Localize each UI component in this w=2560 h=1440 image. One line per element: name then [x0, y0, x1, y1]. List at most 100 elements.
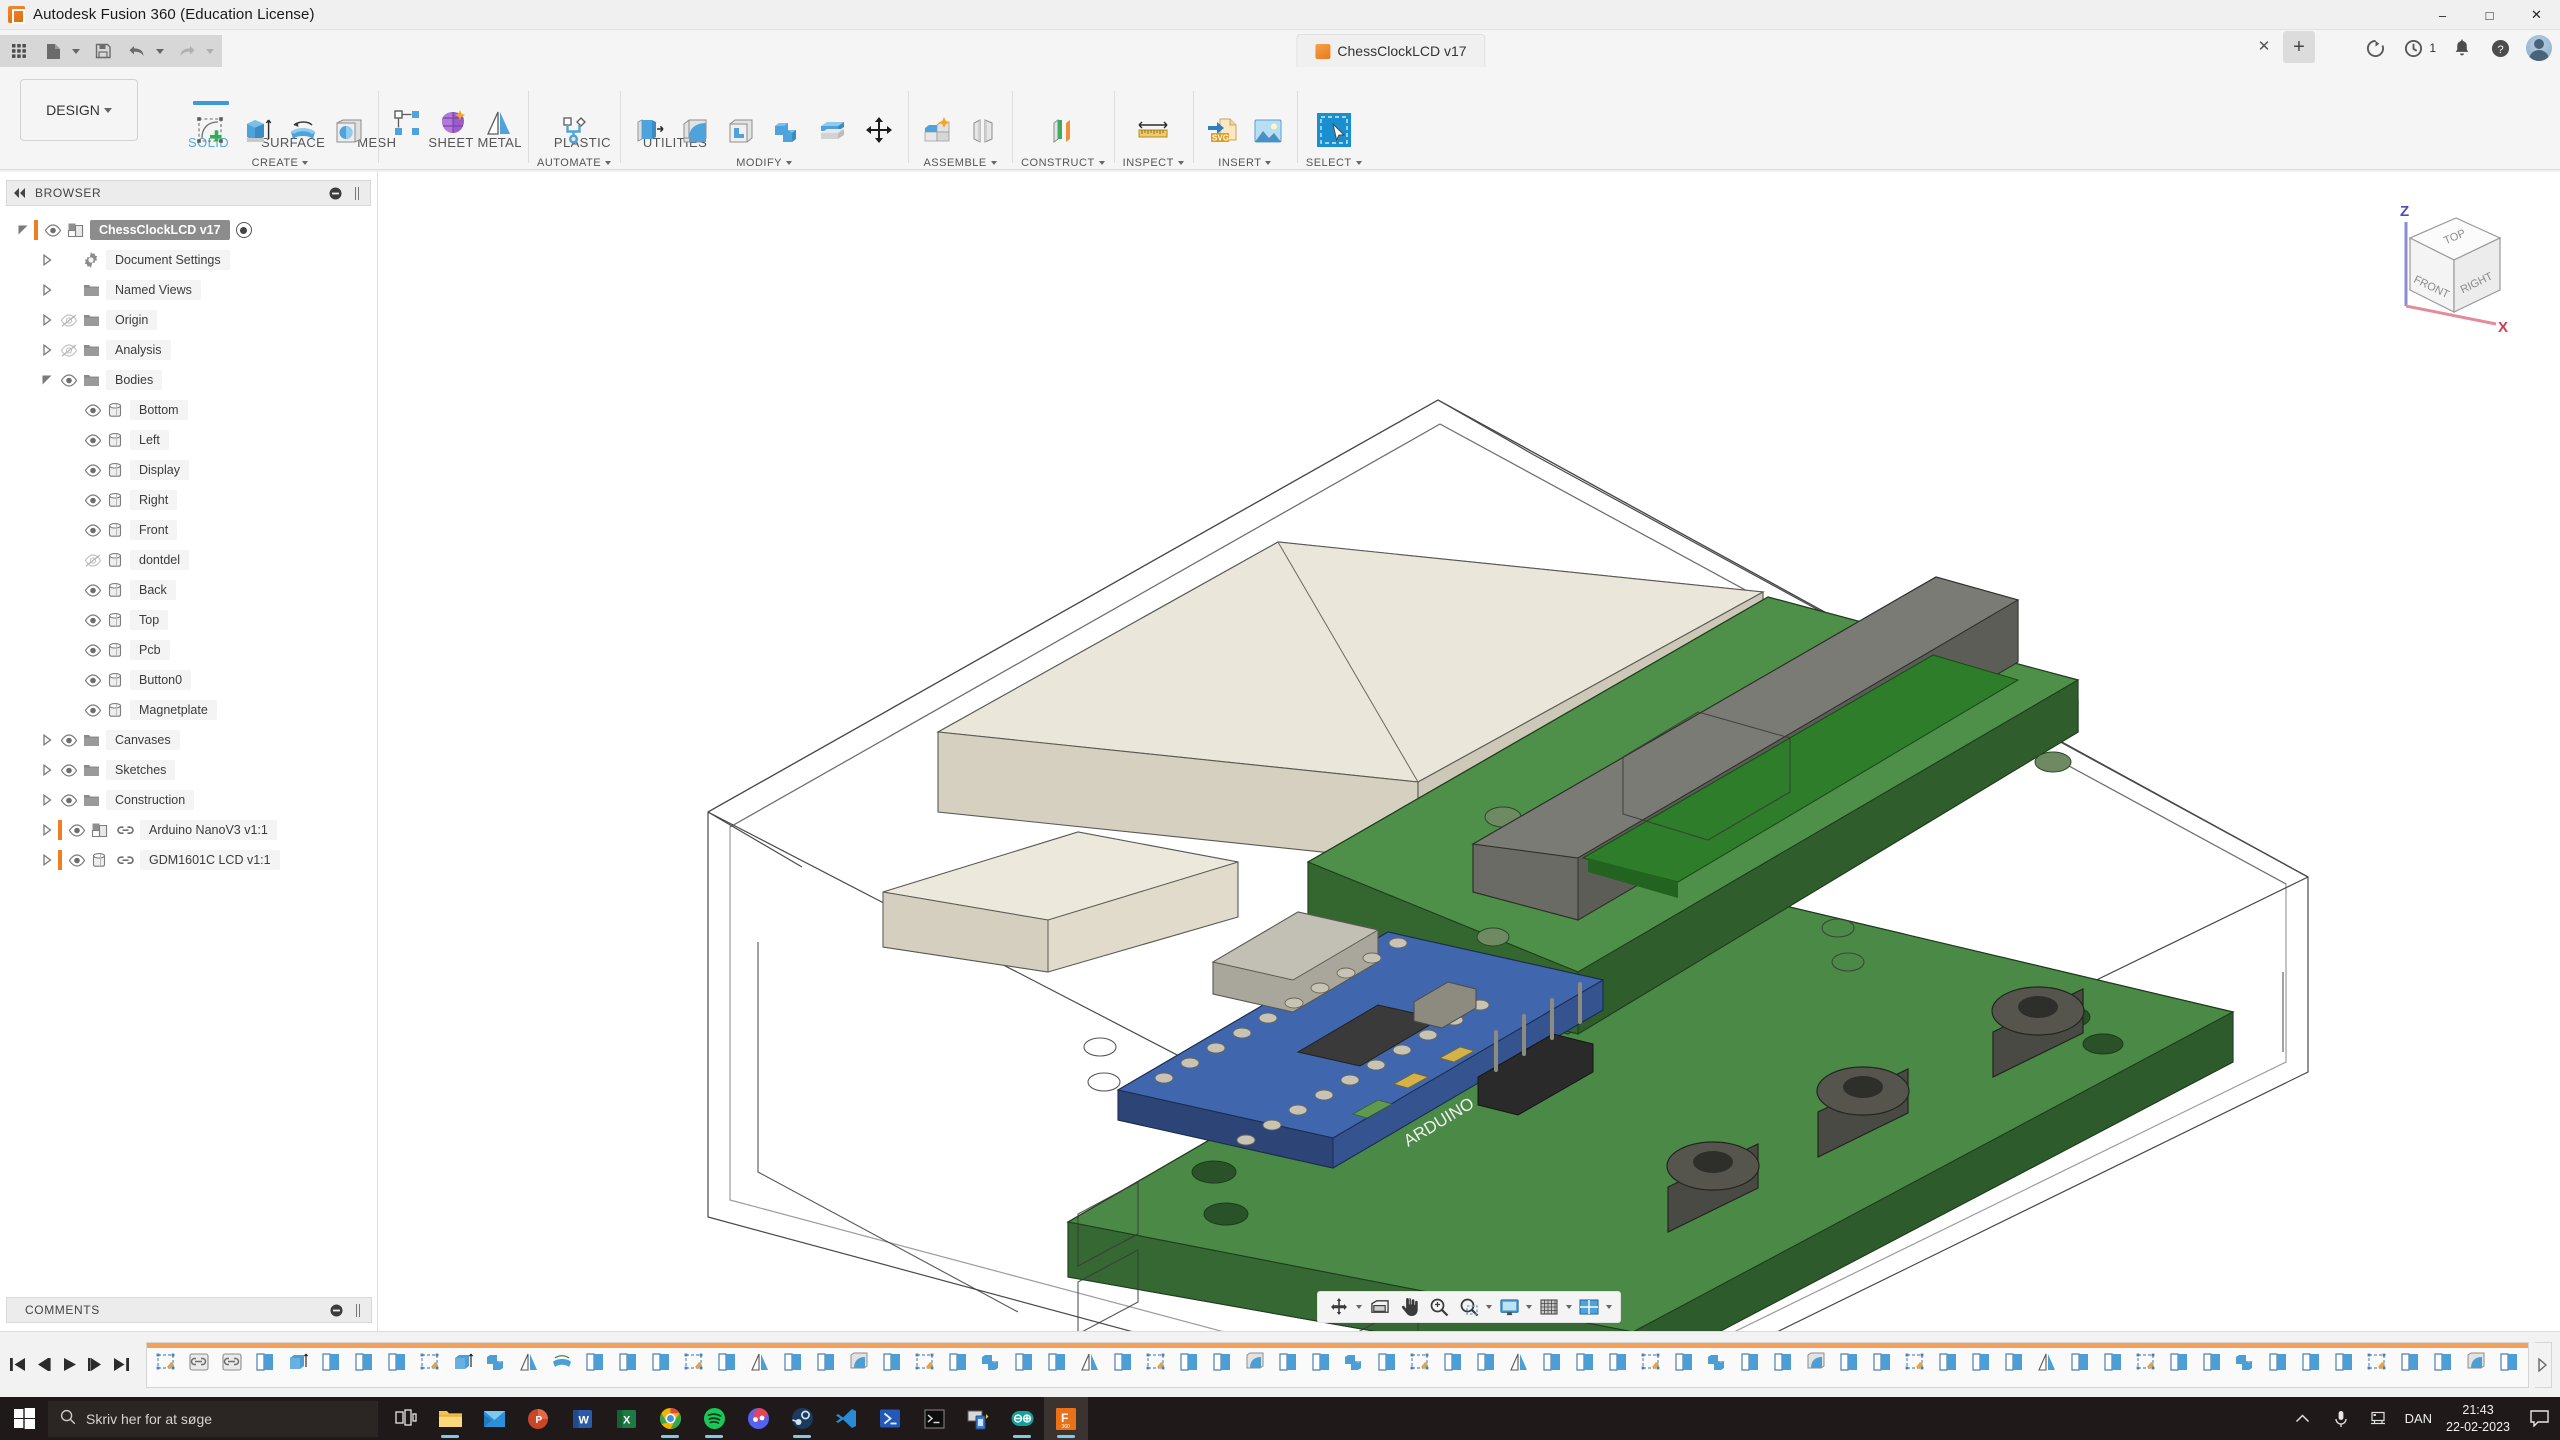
browser-tree-item-gdm1601c-lcd-v1-1[interactable]: GDM1601C LCD v1:1 — [0, 845, 377, 875]
taskbar-spotify-icon[interactable] — [692, 1397, 736, 1440]
taskbar-arduino-icon[interactable] — [1000, 1397, 1044, 1440]
timeline-feature-sketch-8[interactable] — [415, 1347, 445, 1377]
visibility-eye-icon[interactable] — [82, 699, 104, 721]
emboss-icon[interactable] — [433, 103, 473, 143]
timeline-feature-sketch-60[interactable] — [2131, 1347, 2161, 1377]
timeline-feature-revolve-12[interactable] — [547, 1347, 577, 1377]
timeline-feature-extrude-56[interactable] — [1999, 1347, 2029, 1377]
insert-canvas-icon[interactable] — [1248, 111, 1288, 151]
collapse-left-icon[interactable] — [13, 186, 27, 200]
ribbon-group-label-modify[interactable]: MODIFY — [736, 157, 792, 169]
expand-arrow-closed-icon[interactable] — [36, 254, 58, 266]
visibility-eye-icon[interactable] — [82, 579, 104, 601]
timeline-feature-extrude-59[interactable] — [2098, 1347, 2128, 1377]
expand-arrow-closed-icon[interactable] — [36, 764, 58, 776]
timeline-feature-extrude-14[interactable] — [613, 1347, 643, 1377]
browser-tree-item-named-views[interactable]: Named Views — [0, 275, 377, 305]
visibility-eye-icon[interactable] — [58, 729, 80, 751]
timeline-track[interactable] — [145, 1341, 2529, 1388]
taskbar-clock[interactable]: 21:43 22-02-2023 — [2446, 1402, 2510, 1436]
timeline-feature-extrude-27[interactable] — [1042, 1347, 1072, 1377]
visibility-eye-icon[interactable] — [82, 489, 104, 511]
browser-tree-item-top[interactable]: Top — [0, 605, 377, 635]
timeline-feature-extrude-thin-9[interactable] — [448, 1347, 478, 1377]
viewports-icon[interactable] — [1576, 1294, 1602, 1320]
visibility-eye-icon[interactable] — [82, 429, 104, 451]
ribbon-group-label-create[interactable]: CREATE — [252, 157, 309, 169]
browser-tree-item-dontdel[interactable]: dontdel — [0, 545, 377, 575]
timeline-feature-joint-2[interactable] — [217, 1347, 247, 1377]
browser-tree-item-pcb[interactable]: Pcb — [0, 635, 377, 665]
timeline-feature-extrude-44[interactable] — [1603, 1347, 1633, 1377]
timeline-feature-extrude-68[interactable] — [2395, 1347, 2425, 1377]
timeline-feature-extrude-35[interactable] — [1306, 1347, 1336, 1377]
visibility-eye-icon[interactable] — [66, 819, 88, 841]
3d-model-chess-clock-assembly[interactable]: ARDUINO — [378, 172, 2560, 1331]
press-pull-icon[interactable] — [629, 111, 669, 151]
extrude-icon[interactable] — [237, 111, 277, 151]
visibility-eye-hidden-icon[interactable] — [82, 549, 104, 571]
taskbar-fusion360-icon[interactable]: F 360 — [1044, 1397, 1088, 1440]
taskbar-vscode-icon[interactable] — [824, 1397, 868, 1440]
measure-icon[interactable] — [1133, 111, 1173, 151]
refresh-icon[interactable] — [2363, 36, 2387, 60]
taskbar-powerpoint-icon[interactable]: P — [516, 1397, 560, 1440]
grid-icon[interactable] — [8, 40, 30, 62]
timeline-feature-combine-10[interactable] — [481, 1347, 511, 1377]
timeline-feature-extrude-19[interactable] — [778, 1347, 808, 1377]
timeline-feature-sketch-45[interactable] — [1636, 1347, 1666, 1377]
revolve-icon[interactable] — [283, 111, 323, 151]
timeline-feature-mirror-41[interactable] — [1504, 1347, 1534, 1377]
minimize-button[interactable]: – — [2419, 0, 2466, 30]
grid-snaps-icon[interactable] — [1536, 1294, 1562, 1320]
timeline-feature-sketch-16[interactable] — [679, 1347, 709, 1377]
activate-component-radio[interactable] — [235, 222, 252, 238]
timeline-feature-extrude-20[interactable] — [811, 1347, 841, 1377]
visibility-eye-hidden-icon[interactable] — [58, 309, 80, 331]
pan-icon[interactable] — [1396, 1294, 1422, 1320]
visibility-eye-icon[interactable] — [66, 849, 88, 871]
browser-tree-item-front[interactable]: Front — [0, 515, 377, 545]
viewports-caret[interactable] — [1606, 1305, 1612, 1309]
visibility-eye-icon[interactable] — [82, 399, 104, 421]
help-icon[interactable]: ? — [2488, 36, 2512, 60]
view-cube[interactable]: Z X TOP FRONT RIGHT — [2378, 194, 2518, 336]
panel-settings-icon[interactable] — [329, 1303, 343, 1317]
display-settings-icon[interactable] — [1496, 1294, 1522, 1320]
redo-caret[interactable] — [206, 48, 214, 54]
browser-tree-item-document-settings[interactable]: Document Settings — [0, 245, 377, 275]
visibility-eye-icon[interactable] — [58, 759, 80, 781]
automate-icon[interactable] — [554, 111, 594, 151]
avatar[interactable] — [2526, 35, 2552, 61]
browser-tree-item-display[interactable]: Display — [0, 455, 377, 485]
sphere-icon[interactable] — [329, 111, 369, 151]
move-copy-icon[interactable] — [859, 111, 899, 151]
browser-tree-item-chessclocklcd-v17[interactable]: ChessClockLCD v17 — [0, 215, 377, 245]
visibility-eye-icon[interactable] — [58, 789, 80, 811]
timeline-feature-sketch-0[interactable] — [151, 1347, 181, 1377]
timeline-feature-extrude-55[interactable] — [1966, 1347, 1996, 1377]
visibility-eye-icon[interactable] — [58, 369, 80, 391]
timeline-feature-extrude-39[interactable] — [1438, 1347, 1468, 1377]
timeline-feature-extrude-49[interactable] — [1768, 1347, 1798, 1377]
ribbon-group-label-automate[interactable]: AUTOMATE — [537, 157, 612, 169]
browser-tree-item-origin[interactable]: Origin — [0, 305, 377, 335]
taskbar-excel-icon[interactable]: X — [604, 1397, 648, 1440]
shell-icon[interactable] — [721, 111, 761, 151]
timeline-feature-fillet-33[interactable] — [1240, 1347, 1270, 1377]
visibility-eye-hidden-icon[interactable] — [58, 339, 80, 361]
taskbar-remote-desktop-icon[interactable] — [956, 1397, 1000, 1440]
timeline-feature-mirror-57[interactable] — [2032, 1347, 2062, 1377]
show-hidden-icons-icon[interactable] — [2291, 1407, 2315, 1431]
panel-resize-icon[interactable] — [350, 186, 364, 200]
browser-tree-item-magnetplate[interactable]: Magnetplate — [0, 695, 377, 725]
visibility-eye-icon[interactable] — [82, 609, 104, 631]
timeline-feature-extrude-29[interactable] — [1108, 1347, 1138, 1377]
visibility-eye-icon[interactable] — [82, 519, 104, 541]
ribbon-group-label-assemble[interactable]: ASSEMBLE — [923, 157, 997, 169]
select-icon[interactable] — [1313, 109, 1355, 151]
windows-start-icon[interactable] — [0, 1397, 48, 1440]
browser-tree-item-button0[interactable]: Button0 — [0, 665, 377, 695]
ribbon-group-label-select[interactable]: SELECT — [1306, 157, 1362, 169]
offset-plane-icon[interactable] — [1043, 111, 1083, 151]
